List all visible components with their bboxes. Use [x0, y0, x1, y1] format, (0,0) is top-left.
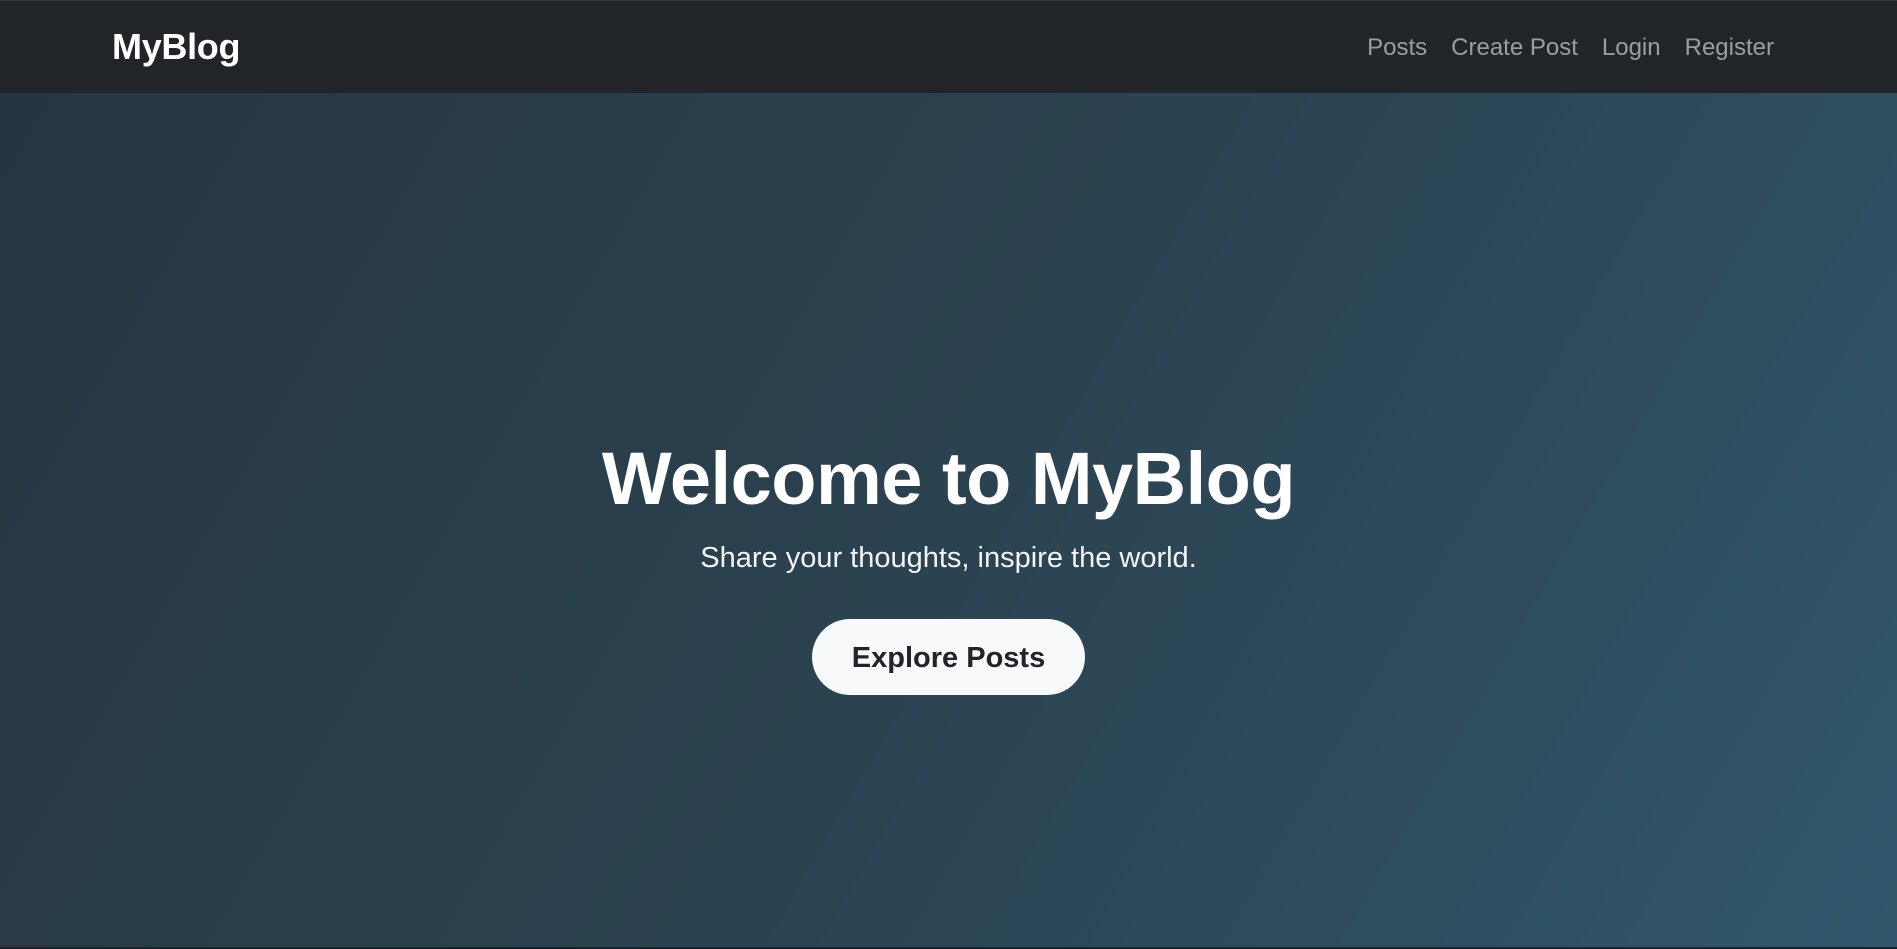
nav-link-posts[interactable]: Posts [1367, 34, 1427, 63]
top-navbar: MyBlog Posts Create Post Login Register [0, 0, 1897, 93]
hero-section: Welcome to MyBlog Share your thoughts, i… [0, 93, 1897, 949]
nav-link-register[interactable]: Register [1685, 34, 1774, 63]
hero-subtitle: Share your thoughts, inspire the world. [700, 542, 1197, 575]
brand-logo-link[interactable]: MyBlog [112, 25, 241, 68]
hero-title: Welcome to MyBlog [601, 437, 1296, 520]
explore-posts-button[interactable]: Explore Posts [812, 619, 1085, 696]
nav-link-login[interactable]: Login [1602, 34, 1661, 63]
nav-links: Posts Create Post Login Register [1367, 34, 1774, 63]
hero-content: Welcome to MyBlog Share your thoughts, i… [0, 437, 1897, 696]
nav-link-create-post[interactable]: Create Post [1451, 34, 1578, 63]
